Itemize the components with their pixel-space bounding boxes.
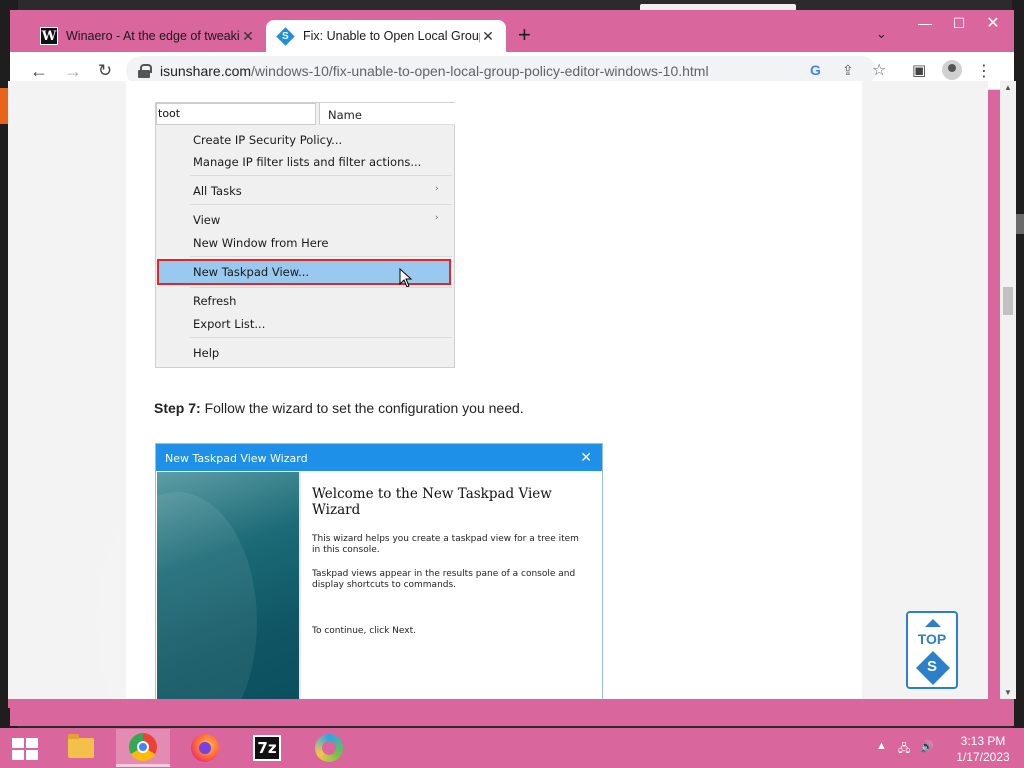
logo-letter: S [926,658,937,675]
menu-separator [190,287,452,288]
forward-button[interactable]: → [62,60,84,82]
menu-item-help: Help [193,346,220,360]
url-domain: isunshare.com [160,63,252,79]
menu-separator [190,204,452,205]
step-label: Step 7: [154,400,201,416]
tab-isunshare[interactable]: S Fix: Unable to Open Local Group Policy… [266,20,506,52]
wizard-heading: Welcome to the New Taskpad View Wizard [312,486,552,518]
submenu-arrow-icon: › [435,213,439,223]
maximize-button[interactable]: ☐ [942,12,976,34]
tab-strip: W Winaero - At the edge of tweaking ✕ S … [10,10,1014,52]
side-panel-icon[interactable]: ▣ [912,61,926,79]
bookmark-star-icon[interactable]: ☆ [872,60,886,80]
isunshare-favicon-icon: S [276,26,295,46]
page-scrollbar[interactable]: ▲ ▼ [1000,81,1016,699]
new-tab-button[interactable]: + [518,24,531,46]
wizard-paragraph-1: This wizard helps you create a taskpad v… [312,534,579,555]
menu-item-new-window: New Window from Here [193,236,329,250]
tab-title: Fix: Unable to Open Local Group Policy E… [303,29,480,43]
clock-date: 1/17/2023 [956,750,1010,764]
file-explorer-icon[interactable] [54,729,108,767]
up-arrow-icon [925,619,941,627]
volume-icon[interactable]: 🔊 [920,740,934,753]
close-window-button[interactable]: ✕ [976,12,1010,34]
clock-time: 3:13 PM [960,734,1006,748]
menu-item-manage-ip-filters: Manage IP filter lists and filter action… [193,155,422,169]
browser-menu-icon[interactable]: ⋮ [976,61,992,81]
top-label: TOP [917,631,947,647]
system-clock[interactable]: 3:13 PM 1/17/2023 [948,733,1018,765]
wizard-title: New Taskpad View Wizard [165,452,308,465]
article-content: toot Name Create IP Security Policy... M… [97,81,958,699]
wizard-side-banner [97,472,299,699]
menu-separator [190,337,452,338]
scroll-down-icon[interactable]: ▼ [1004,688,1012,697]
taskbar: 7z ▲ 🖧 🔊 3:13 PM 1/17/2023 [0,728,1024,768]
back-button[interactable]: ← [28,60,50,82]
menu-separator [190,175,452,176]
lock-icon[interactable] [138,64,152,78]
window-bottom-frame [8,699,996,708]
reload-button[interactable]: ↻ [94,60,116,82]
scrollbar-thumb[interactable] [1003,287,1013,315]
7zip-icon[interactable]: 7z [240,729,294,767]
chrome-icon[interactable] [116,729,170,767]
tab-close-icon[interactable]: ✕ [480,28,496,45]
menu-separator [190,256,452,257]
wizard-title-bar: New Taskpad View Wizard [156,444,602,471]
tab-search-chevron-icon[interactable]: ⌄ [876,26,887,42]
menu-item-new-taskpad-view: New Taskpad View... [193,265,310,279]
menu-item-refresh: Refresh [193,294,237,308]
page-viewport: toot Name Create IP Security Policy... M… [8,81,988,699]
scroll-up-icon[interactable]: ▲ [1004,83,1012,92]
wizard-paragraph-2: Taskpad views appear in the results pane… [312,569,576,590]
url-path: /windows-10/fix-unable-to-open-local-gro… [251,63,709,79]
wizard-close-icon: ✕ [580,449,592,465]
minimize-button[interactable]: — [908,12,942,34]
submenu-arrow-icon: › [435,184,439,194]
tab-winaero[interactable]: W Winaero - At the edge of tweaking ✕ [30,20,266,52]
firefox-icon[interactable] [178,729,232,767]
tab-title: Winaero - At the edge of tweaking [66,29,240,43]
menu-item-create-ip-policy: Create IP Security Policy... [193,133,343,147]
tab-close-icon[interactable]: ✕ [240,28,256,45]
menu-item-all-tasks: All Tasks [193,184,242,198]
back-to-top-button[interactable]: TOP S [906,611,958,689]
profile-avatar-icon[interactable] [942,60,962,80]
wizard-screenshot: New Taskpad View Wizard ✕ Welcome to the… [97,443,603,699]
app-icon[interactable] [302,729,356,767]
tray-chevron-icon[interactable]: ▲ [876,740,887,752]
step-description: Follow the wizard to set the configurati… [200,400,524,416]
google-lens-icon[interactable]: G [810,62,821,78]
tree-item-field: toot [156,103,316,125]
wizard-divider [299,472,301,699]
share-icon[interactable]: ⇪ [842,62,854,79]
wizard-paragraph-3: To continue, click Next. [312,626,416,636]
name-column-header: Name [319,103,455,125]
winaero-favicon-icon: W [40,27,58,45]
menu-item-view: View [193,213,221,227]
windows-start-icon[interactable] [12,738,38,760]
network-icon[interactable]: 🖧 [898,740,910,759]
context-menu-screenshot: toot Name Create IP Security Policy... M… [155,102,455,368]
step-7-instruction: Step 7: Follow the wizard to set the con… [154,400,524,416]
menu-item-export-list: Export List... [193,317,266,331]
